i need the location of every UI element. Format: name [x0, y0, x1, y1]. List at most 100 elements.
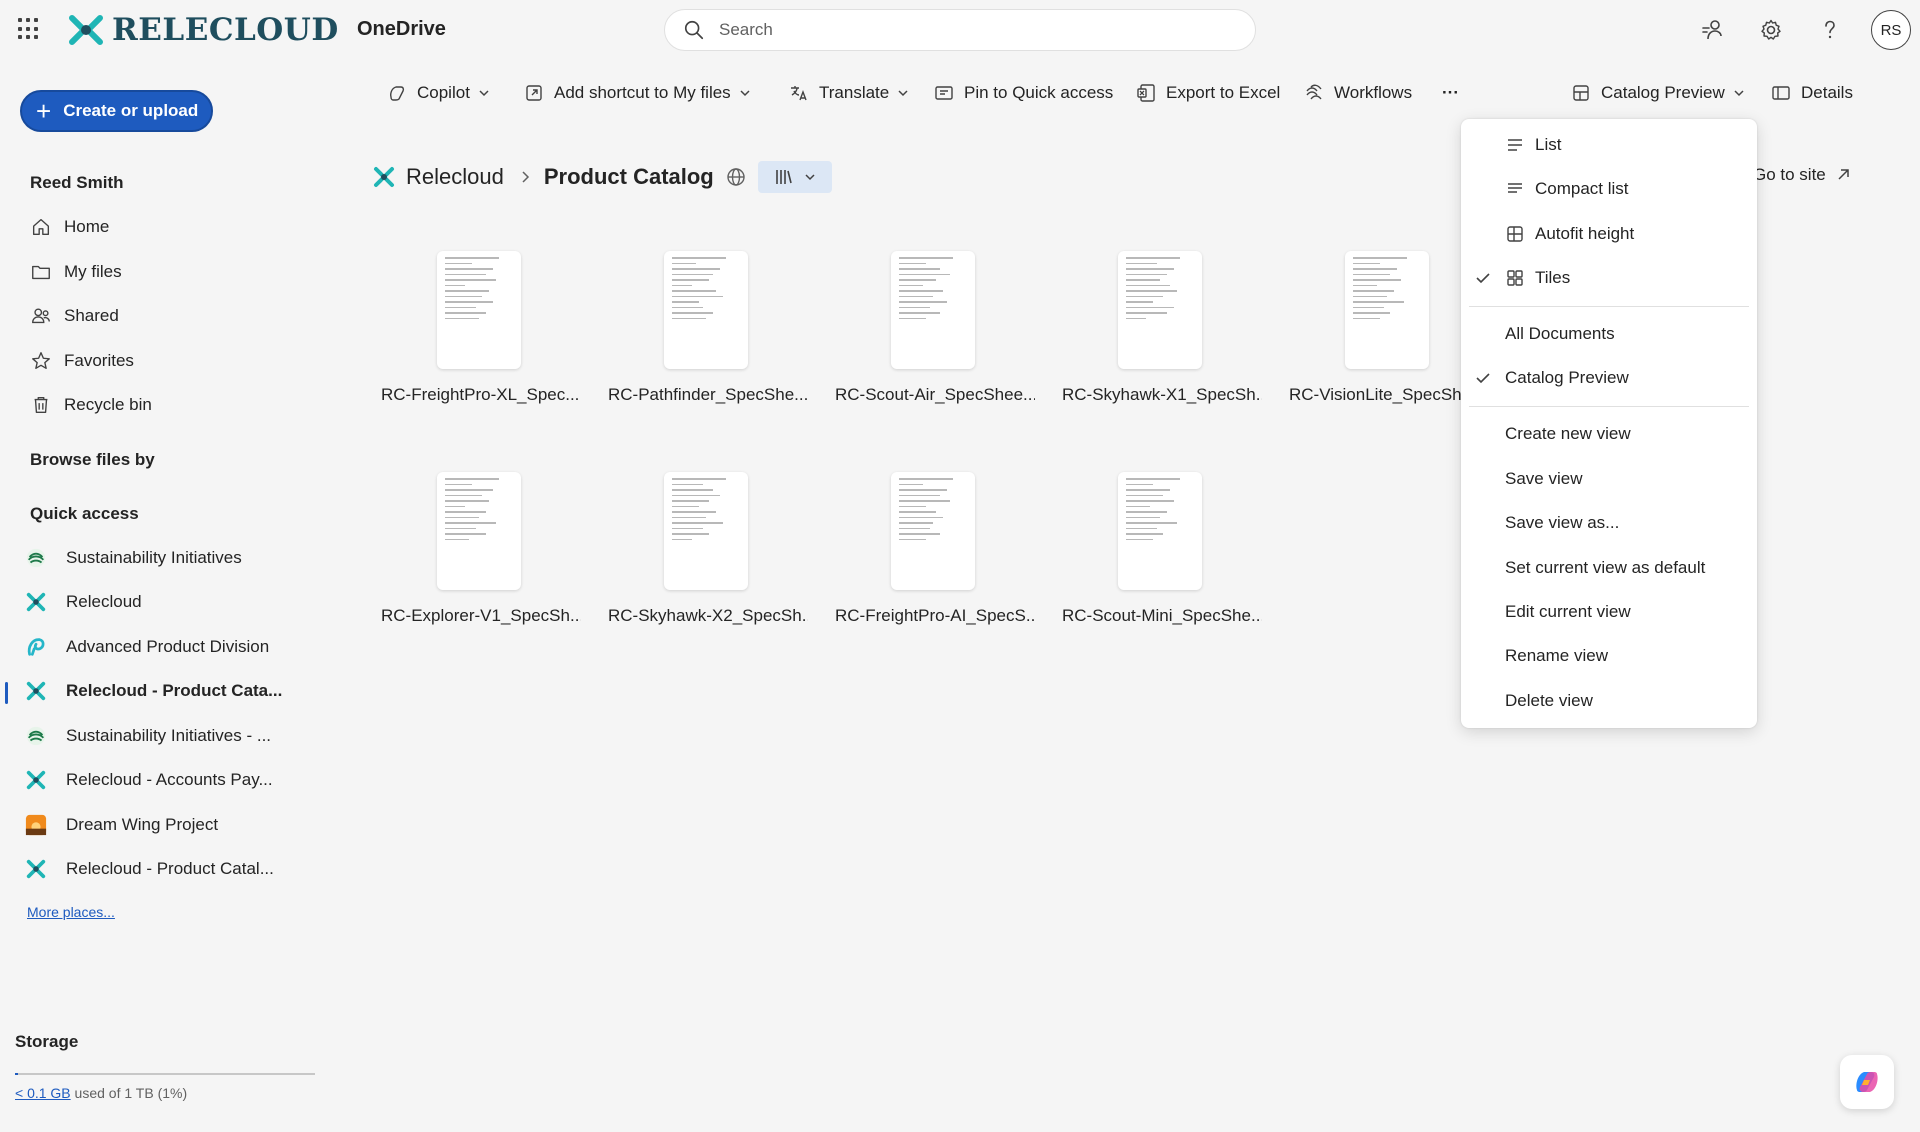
- more-places-link[interactable]: More places...: [27, 904, 115, 920]
- breadcrumb-root-link[interactable]: Relecloud: [406, 164, 504, 190]
- storage-used-link[interactable]: < 0.1 GB: [15, 1085, 71, 1101]
- search-box[interactable]: [664, 9, 1256, 51]
- menu-item-all-documents[interactable]: All Documents: [1461, 314, 1757, 354]
- menu-item-label: Compact list: [1535, 179, 1629, 198]
- brand-logo[interactable]: RELECLOUD: [68, 10, 339, 50]
- workflows-label: Workflows: [1334, 83, 1413, 102]
- file-name[interactable]: RC-Pathfinder_SpecShe...: [608, 385, 808, 405]
- menu-item-save-view[interactable]: Save view: [1461, 459, 1757, 499]
- file-thumbnail: [1118, 251, 1202, 369]
- more-commands-icon[interactable]: ···: [1442, 77, 1459, 109]
- file-tile[interactable]: RC-Scout-Mini_SpecShe...: [1054, 472, 1262, 672]
- search-input[interactable]: [719, 20, 1199, 40]
- quick-access-item-active[interactable]: Relecloud - Product Cata...: [26, 675, 300, 707]
- file-name[interactable]: RC-Explorer-V1_SpecSh...: [381, 606, 581, 626]
- file-name[interactable]: RC-Scout-Air_SpecShee...: [835, 385, 1035, 405]
- autofit-height-icon: [1507, 226, 1523, 242]
- nav-recycle-bin[interactable]: Recycle bin: [30, 389, 300, 421]
- export-to-excel-button[interactable]: Export to Excel: [1136, 77, 1280, 109]
- file-name[interactable]: RC-FreightPro-XL_Spec...: [381, 385, 581, 405]
- menu-item-create-new-view[interactable]: Create new view: [1461, 414, 1757, 454]
- browse-files-by-heading[interactable]: Browse files by: [30, 450, 155, 470]
- create-or-upload-label: Create or upload: [63, 101, 199, 120]
- file-tile[interactable]: RC-Skyhawk-X1_SpecSh...: [1054, 251, 1262, 451]
- menu-item-compact-list[interactable]: Compact list: [1461, 169, 1757, 209]
- file-thumbnail: [1118, 472, 1202, 590]
- file-name[interactable]: RC-FreightPro-AI_SpecS...: [835, 606, 1035, 626]
- relecloud-site-icon: [374, 167, 394, 187]
- quick-access-label: Sustainability Initiatives - ...: [66, 726, 272, 745]
- search-icon: [684, 20, 704, 40]
- nav-shared-label: Shared: [64, 306, 119, 325]
- file-tile[interactable]: RC-VisionLite_SpecShe: [1281, 251, 1481, 451]
- menu-item-catalog-preview[interactable]: Catalog Preview: [1461, 358, 1757, 398]
- nav-favorites[interactable]: Favorites: [30, 345, 300, 377]
- file-name[interactable]: RC-Skyhawk-X1_SpecSh...: [1062, 385, 1262, 405]
- file-tile[interactable]: RC-FreightPro-XL_Spec...: [373, 251, 579, 451]
- chevron-down-icon: [898, 90, 908, 97]
- nav-shared[interactable]: Shared: [30, 300, 300, 332]
- menu-item-autofit-height[interactable]: Autofit height: [1461, 214, 1757, 254]
- app-launcher-icon[interactable]: [18, 18, 40, 40]
- pin-to-quick-access-button[interactable]: Pin to Quick access: [934, 77, 1113, 109]
- menu-divider: [1469, 406, 1749, 407]
- plus-icon: +: [36, 96, 52, 126]
- quick-access-item[interactable]: Sustainability Initiatives: [26, 542, 300, 574]
- library-icon: [775, 170, 792, 184]
- menu-item-set-default[interactable]: Set current view as default: [1461, 548, 1757, 588]
- share-feedback-icon[interactable]: [1696, 14, 1728, 46]
- file-name[interactable]: RC-Scout-Mini_SpecShe...: [1062, 606, 1262, 626]
- copilot-button[interactable]: Copilot: [387, 77, 490, 109]
- user-avatar[interactable]: RS: [1871, 10, 1911, 50]
- sustainability-site-icon: [26, 724, 54, 748]
- file-thumbnail: [664, 251, 748, 369]
- menu-item-list[interactable]: List: [1461, 125, 1757, 165]
- file-tile[interactable]: RC-Explorer-V1_SpecSh...: [373, 472, 581, 672]
- help-icon[interactable]: [1814, 14, 1846, 46]
- quick-access-item[interactable]: Relecloud - Accounts Pay...: [26, 764, 300, 796]
- settings-gear-icon[interactable]: [1755, 14, 1787, 46]
- quick-access-item[interactable]: Relecloud - Product Catal...: [26, 853, 300, 885]
- app-name[interactable]: OneDrive: [357, 18, 446, 41]
- quick-access-item[interactable]: Sustainability Initiatives - ...: [26, 720, 300, 752]
- create-or-upload-button[interactable]: + Create or upload: [20, 90, 213, 132]
- compact-list-icon: [1508, 183, 1522, 193]
- quick-access-label: Sustainability Initiatives: [66, 548, 242, 567]
- trash-icon: [34, 396, 48, 414]
- quick-access-item[interactable]: Relecloud: [26, 586, 300, 618]
- menu-item-delete-view[interactable]: Delete view: [1461, 681, 1757, 721]
- file-name[interactable]: RC-Skyhawk-X2_SpecSh...: [608, 606, 808, 626]
- nav-favorites-label: Favorites: [64, 351, 134, 370]
- menu-item-edit-current-view[interactable]: Edit current view: [1461, 592, 1757, 632]
- file-name[interactable]: RC-VisionLite_SpecShe: [1289, 385, 1489, 405]
- breadcrumb: Relecloud Product Catalog: [372, 160, 832, 194]
- add-shortcut-button[interactable]: Add shortcut to My files: [524, 77, 751, 109]
- translate-button[interactable]: Translate: [789, 77, 909, 109]
- go-to-site-label: Go to site: [1753, 165, 1826, 184]
- list-icon: [1508, 139, 1522, 151]
- relecloud-logo-icon: [69, 15, 103, 45]
- file-thumbnail: [891, 251, 975, 369]
- file-tile[interactable]: RC-Pathfinder_SpecShe...: [600, 251, 808, 451]
- menu-item-save-view-as[interactable]: Save view as...: [1461, 503, 1757, 543]
- details-button[interactable]: Details: [1771, 77, 1853, 109]
- nav-home[interactable]: Home: [30, 211, 300, 243]
- library-options-button[interactable]: [757, 161, 832, 193]
- view-switcher-button[interactable]: Catalog Preview: [1571, 77, 1745, 109]
- file-tile[interactable]: RC-FreightPro-AI_SpecS...: [827, 472, 1035, 672]
- go-to-site-link[interactable]: Go to site: [1753, 165, 1852, 185]
- file-tile[interactable]: RC-Scout-Air_SpecShee...: [827, 251, 1035, 451]
- file-thumbnail: [1345, 251, 1429, 369]
- quick-access-item[interactable]: Advanced Product Division: [27, 631, 300, 663]
- menu-item-label: Tiles: [1535, 268, 1571, 287]
- file-tile[interactable]: RC-Skyhawk-X2_SpecSh...: [600, 472, 808, 672]
- quick-access-item[interactable]: Dream Wing Project: [25, 809, 300, 841]
- workflows-button[interactable]: Workflows: [1304, 77, 1412, 109]
- menu-item-rename-view[interactable]: Rename view: [1461, 636, 1757, 676]
- view-switcher-label: Catalog Preview: [1601, 83, 1725, 102]
- globe-icon[interactable]: [726, 167, 746, 187]
- copilot-chat-button[interactable]: [1840, 1055, 1894, 1109]
- menu-item-tiles[interactable]: Tiles: [1461, 258, 1757, 298]
- nav-my-files[interactable]: My files: [30, 256, 300, 288]
- quick-access-label: Advanced Product Division: [66, 637, 270, 656]
